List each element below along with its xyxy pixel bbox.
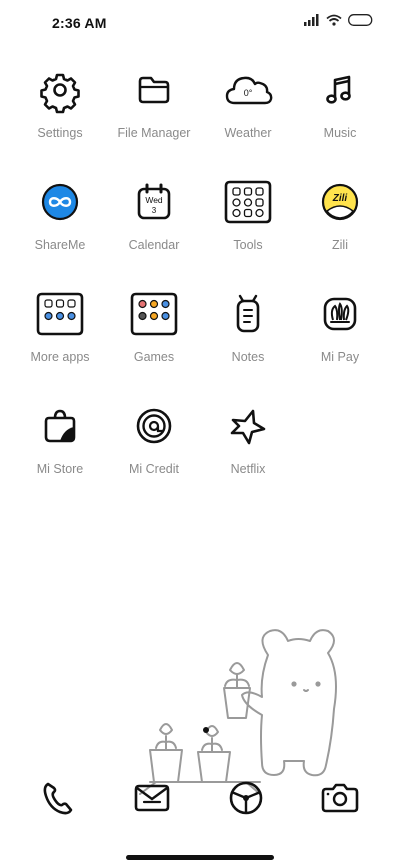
dock-messages[interactable]: [130, 776, 174, 820]
app-netflix[interactable]: Netflix: [198, 396, 298, 496]
games-folder-icon: [130, 292, 178, 336]
app-more-apps[interactable]: More apps: [10, 284, 110, 384]
app-label: Netflix: [230, 462, 266, 476]
app-label: Calendar: [128, 238, 180, 252]
cloud-icon: 0°: [225, 76, 273, 105]
calendar-date: 3: [152, 206, 157, 215]
dock-phone[interactable]: [36, 776, 80, 820]
dock-camera[interactable]: [318, 776, 362, 820]
status-bar: 2:36 AM: [0, 0, 400, 44]
gear-icon: [40, 73, 80, 114]
app-music[interactable]: Music: [290, 60, 390, 160]
weather-temp: 0°: [244, 88, 253, 98]
app-file-manager[interactable]: File Manager: [104, 60, 204, 160]
netflix-star-icon: [230, 409, 266, 445]
app-mi-pay[interactable]: Mi Pay: [290, 284, 390, 384]
app-label: Zili: [332, 238, 348, 252]
home-indicator[interactable]: [126, 855, 274, 860]
mi-credit-icon: [136, 408, 172, 444]
app-label: Music: [323, 126, 357, 140]
dock-browser[interactable]: [224, 776, 268, 820]
app-weather[interactable]: 0° Weather: [198, 60, 298, 160]
app-label: Mi Credit: [128, 462, 179, 476]
calendar-icon: Wed 3: [137, 183, 171, 220]
wallpaper-bear-illustration: [139, 629, 337, 795]
app-mi-credit[interactable]: Mi Credit: [104, 396, 204, 496]
phone-icon: [43, 782, 73, 815]
app-label: Mi Pay: [320, 350, 360, 364]
status-time: 2:36 AM: [52, 15, 107, 31]
shareme-icon: [41, 183, 79, 221]
zili-icon: Zili: [321, 183, 359, 221]
tools-folder-icon: [224, 180, 272, 224]
browser-icon: [229, 781, 263, 815]
app-games[interactable]: Games: [104, 284, 204, 384]
shopping-bag-icon: [44, 409, 76, 443]
app-label: Weather: [224, 126, 272, 140]
app-tools[interactable]: Tools: [198, 172, 298, 272]
app-shareme[interactable]: ShareMe: [10, 172, 110, 272]
battery-icon: [348, 14, 373, 26]
music-note-icon: [326, 75, 351, 104]
zili-wordmark: Zili: [332, 193, 348, 204]
app-label: Mi Store: [36, 462, 84, 476]
mi-pay-icon: [323, 297, 357, 331]
app-zili[interactable]: Zili Zili: [290, 172, 390, 272]
signal-icon: [304, 14, 319, 26]
messages-icon: [134, 784, 170, 812]
dock: [0, 772, 400, 828]
folder-icon: [138, 76, 170, 104]
app-label: More apps: [30, 350, 90, 364]
app-label: Settings: [37, 126, 83, 140]
calendar-day: Wed: [145, 195, 163, 205]
app-label: ShareMe: [34, 238, 86, 252]
app-label: Tools: [233, 238, 263, 252]
app-settings[interactable]: Settings: [10, 60, 110, 160]
app-calendar[interactable]: Wed 3 Calendar: [104, 172, 204, 272]
camera-icon: [321, 783, 359, 813]
status-icons: [304, 14, 374, 26]
more-apps-folder-icon: [36, 292, 84, 336]
notes-icon: [236, 294, 260, 333]
app-label: Games: [133, 350, 175, 364]
wifi-icon: [326, 14, 342, 26]
app-notes[interactable]: Notes: [198, 284, 298, 384]
app-label: File Manager: [117, 126, 191, 140]
app-mi-store[interactable]: Mi Store: [10, 396, 110, 496]
app-label: Notes: [231, 350, 265, 364]
